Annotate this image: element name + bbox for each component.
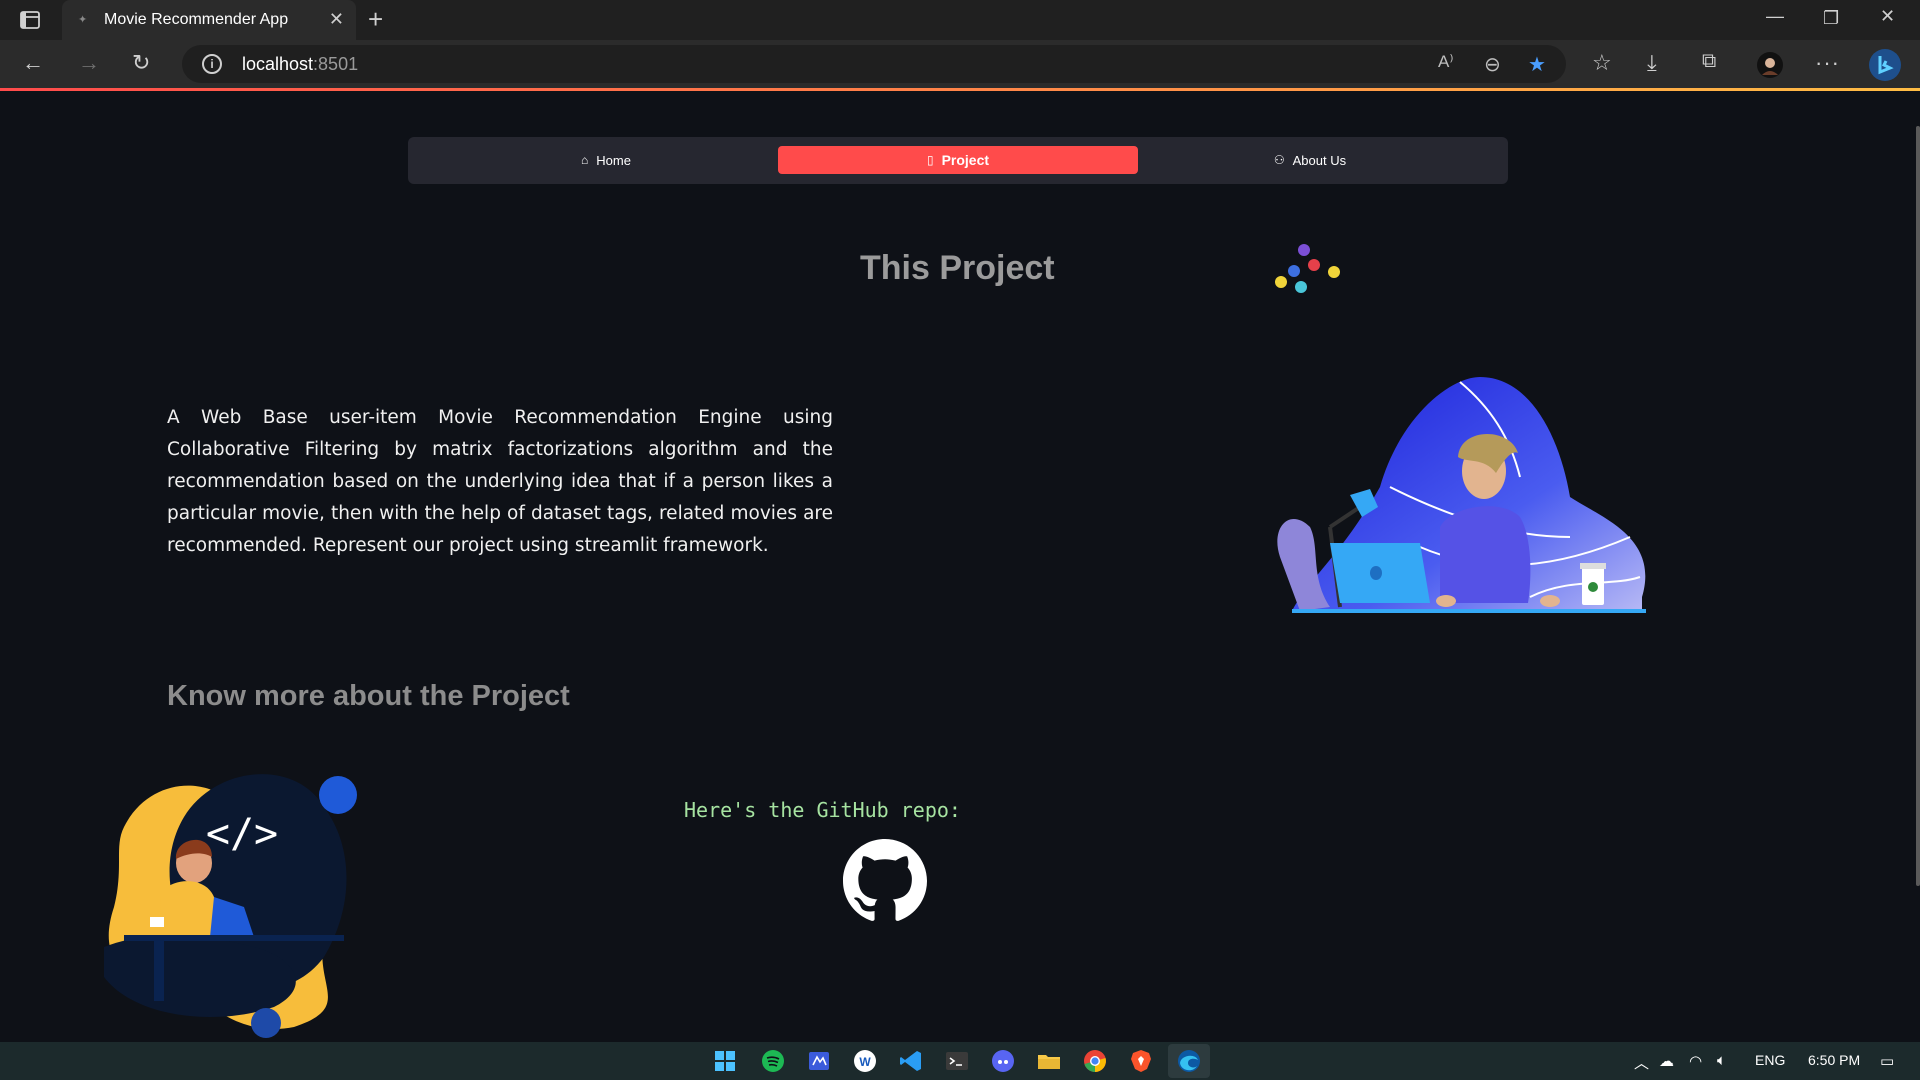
house-icon: ⌂ [581, 153, 589, 167]
wifi-icon[interactable]: ◠ [1689, 1052, 1702, 1070]
address-bar[interactable]: i localhost:8501 A⁾ ⊖ ★ [182, 45, 1566, 83]
back-icon[interactable]: ← [22, 50, 44, 76]
nav-item-project[interactable]: ▯ Project [778, 146, 1138, 174]
developer-illustration [1277, 377, 1646, 613]
close-window-button[interactable]: ✕ [1880, 6, 1895, 27]
address-url: localhost:8501 [242, 54, 359, 74]
page-title: This Project [860, 249, 1055, 287]
nav-item-about-us[interactable]: ⚇ About Us [1130, 146, 1490, 174]
clock[interactable]: 6:50 PM [1808, 1052, 1860, 1068]
project-description: A Web Base user-item Movie Recommendatio… [167, 407, 833, 556]
browser-toolbar: ← → ↻ i localhost:8501 A⁾ ⊖ ★ ☆ ⤓ ⧉ ··· [0, 40, 1920, 88]
windows-start-icon[interactable] [711, 1047, 739, 1075]
github-repo-text: Here's the GitHub repo: [684, 798, 961, 822]
browser-tab[interactable]: ✦ Movie Recommender App ✕ [62, 0, 356, 40]
new-tab-button[interactable]: + [368, 4, 383, 35]
github-icon[interactable] [843, 839, 927, 923]
chrome-icon[interactable] [1081, 1047, 1109, 1075]
extensions-icon[interactable]: ⧉ [1702, 50, 1716, 73]
refresh-icon[interactable]: ↻ [132, 50, 150, 76]
minimize-button[interactable]: — [1766, 6, 1784, 27]
tab-close-icon[interactable]: ✕ [329, 9, 344, 30]
know-more-heading: Know more about the Project [167, 680, 570, 712]
discord-icon[interactable] [989, 1047, 1017, 1075]
profile-avatar[interactable] [1756, 51, 1784, 79]
more-options-icon[interactable]: ··· [1815, 50, 1840, 76]
restore-button[interactable]: ❐ [1823, 8, 1839, 29]
streamlit-favicon-icon: ✦ [78, 14, 88, 26]
forward-icon[interactable]: → [78, 50, 100, 76]
show-hidden-icons-icon[interactable]: ︿ [1634, 1052, 1649, 1073]
page-scrollbar[interactable] [1916, 126, 1920, 886]
app-icon[interactable] [805, 1047, 833, 1075]
notifications-icon[interactable]: ▭ [1880, 1052, 1894, 1070]
svg-text:</>: </> [206, 811, 278, 857]
nav-item-label: About Us [1292, 152, 1347, 168]
file-explorer-icon[interactable] [1035, 1047, 1063, 1075]
tab-title: Movie Recommender App [104, 11, 289, 28]
downloads-icon[interactable]: ⤓ [1647, 50, 1657, 76]
edge-icon[interactable] [1175, 1047, 1203, 1075]
spotify-icon[interactable] [759, 1047, 787, 1075]
people-icon: ⚇ [1273, 153, 1285, 167]
tab-actions-icon[interactable] [18, 8, 42, 32]
option-menu: ⌂ Home ▯ Project ⚇ About Us [408, 137, 1508, 184]
coding-illustration: </> [104, 774, 357, 1038]
nav-item-label: Home [596, 152, 631, 168]
language-indicator[interactable]: ENG [1755, 1052, 1785, 1068]
terminal-icon[interactable] [943, 1047, 971, 1075]
site-info-icon[interactable]: i [202, 54, 222, 74]
nav-item-label: Project [941, 152, 990, 168]
favorites-icon[interactable]: ☆ [1592, 50, 1612, 76]
browser-tabbar: ✦ Movie Recommender App ✕ + — ❐ ✕ [0, 0, 1920, 40]
volume-icon[interactable]: 🔈︎ [1717, 1052, 1726, 1069]
svg-text:W: W [859, 1055, 871, 1069]
bing-copilot-icon[interactable] [1868, 48, 1902, 82]
vscode-icon[interactable] [897, 1047, 925, 1075]
zoom-out-icon[interactable]: ⊖ [1484, 52, 1501, 77]
windows-taskbar: W ︿ ☁ ◠ 🔈︎ ENG 6:50 PM ▭ [0, 1042, 1920, 1080]
document-icon: ▯ [926, 153, 934, 167]
read-aloud-icon[interactable]: A⁾ [1438, 52, 1454, 72]
word-icon[interactable]: W [851, 1047, 879, 1075]
onedrive-icon[interactable]: ☁ [1659, 1052, 1674, 1070]
streamlit-page: ⌂ Home ▯ Project ⚇ About Us This Project… [0, 91, 1920, 1042]
favorite-star-icon[interactable]: ★ [1528, 52, 1546, 77]
brave-icon[interactable] [1127, 1047, 1155, 1075]
loading-dots-animation [1275, 244, 1340, 293]
nav-item-home[interactable]: ⌂ Home [426, 146, 786, 174]
